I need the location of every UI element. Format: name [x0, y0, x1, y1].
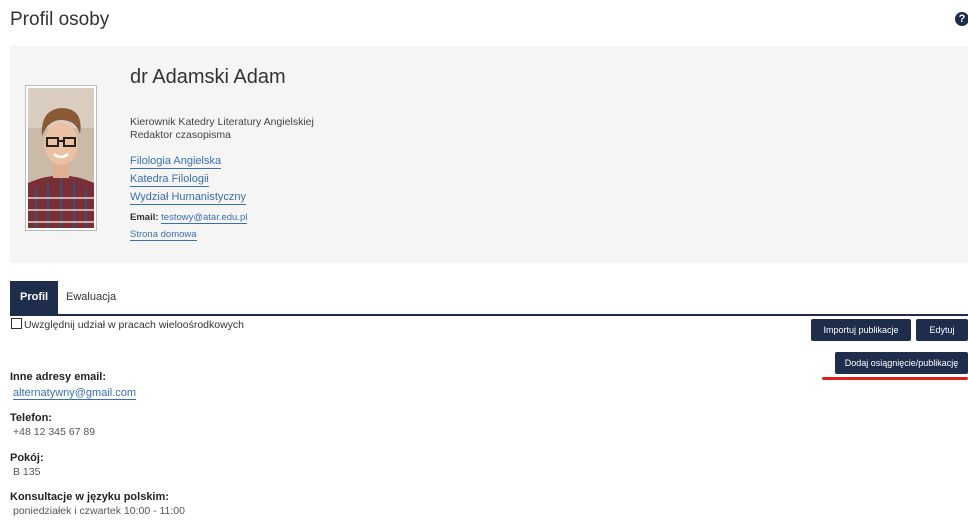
phone-label: Telefon:	[10, 412, 52, 424]
add-achievement-button[interactable]: Dodaj osiągnięcie/publikację	[835, 352, 968, 374]
homepage-link[interactable]: Strona domowa	[130, 229, 197, 241]
avatar	[28, 88, 94, 228]
multicenter-checkbox[interactable]	[11, 318, 22, 329]
profile-name: dr Adamski Adam	[130, 66, 286, 88]
consultations-value: poniedziałek i czwartek 10:00 - 11:00	[13, 505, 185, 517]
multicenter-checkbox-label: Uwzględnij udział w pracach wieloośrodko…	[24, 319, 245, 331]
role-line: Redaktor czasopisma	[130, 129, 231, 141]
consultations-block: Konsultacje w języku polskim: poniedział…	[10, 491, 185, 517]
email-label: Email:	[130, 212, 159, 223]
room-block: Pokój: B 135	[10, 452, 44, 478]
room-label: Pokój:	[10, 452, 44, 464]
highlight-underline	[822, 377, 968, 380]
other-email-link[interactable]: alternatywny@gmail.com	[13, 387, 137, 400]
profile-photo	[25, 85, 97, 231]
room-value: B 135	[13, 466, 41, 478]
other-emails-block: Inne adresy email: alternatywny@gmail.co…	[10, 371, 137, 401]
unit-link-katedra-filologii[interactable]: Katedra Filologii	[130, 173, 209, 187]
help-icon[interactable]: ?	[955, 12, 968, 26]
profile-roles: Kierownik Katedry Literatury Angielskiej…	[130, 116, 314, 142]
multicenter-checkbox-row[interactable]: Uwzględnij udział w pracach wieloośrodko…	[11, 318, 244, 331]
unit-link-wydzial-humanistyczny[interactable]: Wydział Humanistyczny	[130, 191, 247, 205]
page-title: Profil osoby	[10, 9, 110, 30]
consultations-label: Konsultacje w języku polskim:	[10, 491, 169, 503]
tab-bar: Profil Ewaluacja	[10, 281, 968, 316]
profile-card: dr Adamski Adam Kierownik Katedry Litera…	[10, 46, 968, 263]
unit-link-filologia-angielska[interactable]: Filologia Angielska	[130, 155, 222, 169]
email-row: Email: testowy@atar.edu.pl	[130, 212, 248, 224]
import-publications-button[interactable]: Importuj publikacje	[811, 319, 911, 341]
email-link[interactable]: testowy@atar.edu.pl	[161, 212, 248, 224]
tab-profil[interactable]: Profil	[10, 281, 59, 314]
edit-button[interactable]: Edytuj	[916, 319, 968, 341]
phone-value: +48 12 345 67 89	[13, 426, 96, 438]
tab-ewaluacja[interactable]: Ewaluacja	[56, 281, 126, 314]
other-emails-label: Inne adresy email:	[10, 371, 106, 383]
role-line: Kierownik Katedry Literatury Angielskiej	[130, 116, 314, 128]
phone-block: Telefon: +48 12 345 67 89	[10, 412, 95, 438]
